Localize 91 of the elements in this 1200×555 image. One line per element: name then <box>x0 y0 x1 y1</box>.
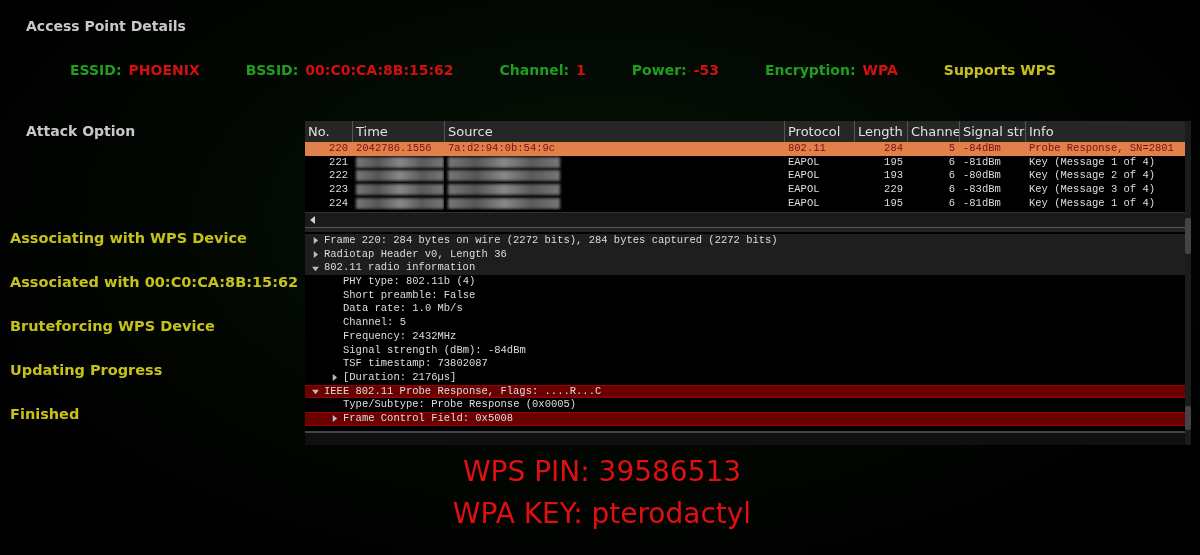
field-value: WPA <box>862 62 898 78</box>
horizontal-scrollbar[interactable] <box>305 212 1185 228</box>
detail-line[interactable]: Data rate: 1.0 Mb/s <box>305 302 1185 317</box>
section-title: Access Point Details <box>26 18 186 34</box>
detail-text: Frequency: 2432MHz <box>342 329 457 344</box>
section-title: Attack Option <box>26 123 136 139</box>
table-cell: Key (Message 3 of 4) <box>1029 183 1156 196</box>
table-cell: Key (Message 2 of 4) <box>1029 169 1156 182</box>
packet-row[interactable]: 224 EAPOL 195 6 -81dBm Key (Message 1 of 4) <box>305 196 1185 211</box>
table-cell: EAPOL <box>788 169 820 182</box>
table-cell: 193 <box>884 169 903 182</box>
collapse-caret-icon[interactable] <box>311 251 319 259</box>
table-cell: Probe Response, SN=2801 <box>1029 142 1174 154</box>
packet-row[interactable]: 222 EAPOL 193 6 -80dBm Key (Message 2 of 4) <box>305 169 1185 184</box>
table-cell: EAPOL <box>788 196 820 209</box>
packet-row[interactable]: 220 2042786.1556 7a:d2:94:0b:54:9c 802.11 284 5 -84dBm Probe Response, SN=2801 <box>305 142 1185 156</box>
detail-text: [Duration: 2176µs] <box>342 370 457 385</box>
expand-caret-icon[interactable] <box>311 387 319 395</box>
column-header[interactable]: No. <box>305 121 352 142</box>
collapse-caret-icon[interactable] <box>311 237 319 245</box>
detail-line[interactable]: Frequency: 2432MHz <box>305 329 1185 344</box>
detail-line[interactable]: Channel: 5 <box>305 316 1185 330</box>
table-cell: 224 <box>329 196 348 209</box>
detail-text: IEEE 802.11 Probe Response, Flags: ....R...C <box>323 384 602 399</box>
wpa-key: WPA KEY: pterodactyl <box>452 496 752 532</box>
progress-step: Bruteforcing WPS Device <box>10 318 215 334</box>
detail-text: Signal strength (dBm): -84dBm <box>342 343 526 358</box>
field-value: -53 <box>693 62 719 78</box>
detail-text: Frame 220: 284 bytes on wire (2272 bits), 284 bytes captured (2272 bits) <box>323 234 778 248</box>
table-cell: -84dBm <box>963 142 1001 154</box>
field-label: Encryption: <box>764 62 856 78</box>
collapse-caret-icon[interactable] <box>330 415 338 423</box>
detail-text: Short preamble: False <box>342 288 476 303</box>
detail-text: TSF timestamp: 73802087 <box>342 357 488 371</box>
packet-row[interactable]: 223 EAPOL 229 6 -83dBm Key (Message 3 of 4) <box>305 183 1185 197</box>
table-cell: -83dBm <box>963 183 1001 196</box>
detail-text: PHY type: 802.11b (4) <box>342 275 476 289</box>
field-value: PHOENIX <box>128 62 200 78</box>
field-label: Power: <box>631 62 687 78</box>
scrollbar-thumb[interactable] <box>1185 218 1191 254</box>
table-cell: 229 <box>884 183 903 196</box>
table-cell: EAPOL <box>788 183 820 196</box>
detail-line[interactable]: TSF timestamp: 73802087 <box>305 357 1185 371</box>
packet-row[interactable]: 221 EAPOL 195 6 -81dBm Key (Message 1 of 4) <box>305 155 1185 170</box>
table-cell: 5 <box>948 142 955 154</box>
progress-step: Updating Progress <box>10 362 163 378</box>
field-label: ESSID: <box>70 62 122 78</box>
table-cell: -80dBm <box>963 169 1001 182</box>
wps-pin: WPS PIN: 39586513 <box>462 454 742 490</box>
scroll-left-icon[interactable] <box>309 216 317 224</box>
table-cell: 222 <box>329 169 348 182</box>
field-value: 00:C0:CA:8B:15:62 <box>305 62 454 78</box>
progress-step: Finished <box>10 406 80 422</box>
detail-line[interactable]: Short preamble: False <box>305 288 1185 303</box>
detail-text: Channel: 5 <box>342 316 406 330</box>
field-value: 1 <box>576 62 586 78</box>
table-cell: Key (Message 1 of 4) <box>1029 196 1156 209</box>
table-cell: 6 <box>948 196 955 209</box>
table-cell: 2042786.1556 <box>356 142 432 154</box>
table-cell: 7a:d2:94:0b:54:9c <box>448 142 556 154</box>
table-cell: 284 <box>884 142 903 154</box>
table-cell: 223 <box>329 183 348 196</box>
table-cell: 195 <box>884 196 903 209</box>
collapse-caret-icon[interactable] <box>330 374 338 382</box>
table-cell: -81dBm <box>963 196 1001 209</box>
expand-caret-icon[interactable] <box>311 264 319 272</box>
table-cell: 6 <box>948 169 955 182</box>
detail-text: Type/Subtype: Probe Response (0x0005) <box>342 398 577 412</box>
wps-status: Supports WPS <box>943 62 1057 78</box>
progress-step: Associated with 00:C0:CA:8B:15:62 <box>10 274 299 290</box>
table-cell: 6 <box>948 183 955 196</box>
field-label: Channel: <box>499 62 570 78</box>
detail-text: Radiotap Header v0, Length 36 <box>323 247 507 262</box>
detail-text: Frame Control Field: 0x5008 <box>342 411 514 426</box>
table-cell: -81dBm <box>963 155 1001 168</box>
table-cell: 6 <box>948 155 955 168</box>
detail-line[interactable]: Type/Subtype: Probe Response (0x0005) <box>305 398 1185 412</box>
table-cell: EAPOL <box>788 155 820 168</box>
detail-line[interactable]: Signal strength (dBm): -84dBm <box>305 343 1185 358</box>
table-cell: 221 <box>329 155 348 168</box>
detail-text: 802.11 radio information <box>323 261 476 276</box>
table-cell: 802.11 <box>788 142 826 154</box>
table-cell: Key (Message 1 of 4) <box>1029 155 1156 168</box>
progress-step: Associating with WPS Device <box>10 230 247 246</box>
detail-text: Data rate: 1.0 Mb/s <box>342 302 463 317</box>
detail-line[interactable]: [Duration: 2176µs] <box>305 370 1185 385</box>
detail-line[interactable]: PHY type: 802.11b (4) <box>305 275 1185 289</box>
field-label: BSSID: <box>245 62 299 78</box>
scrollbar-thumb[interactable] <box>1185 406 1191 430</box>
table-cell: 195 <box>884 155 903 168</box>
table-cell: 220 <box>329 142 348 154</box>
